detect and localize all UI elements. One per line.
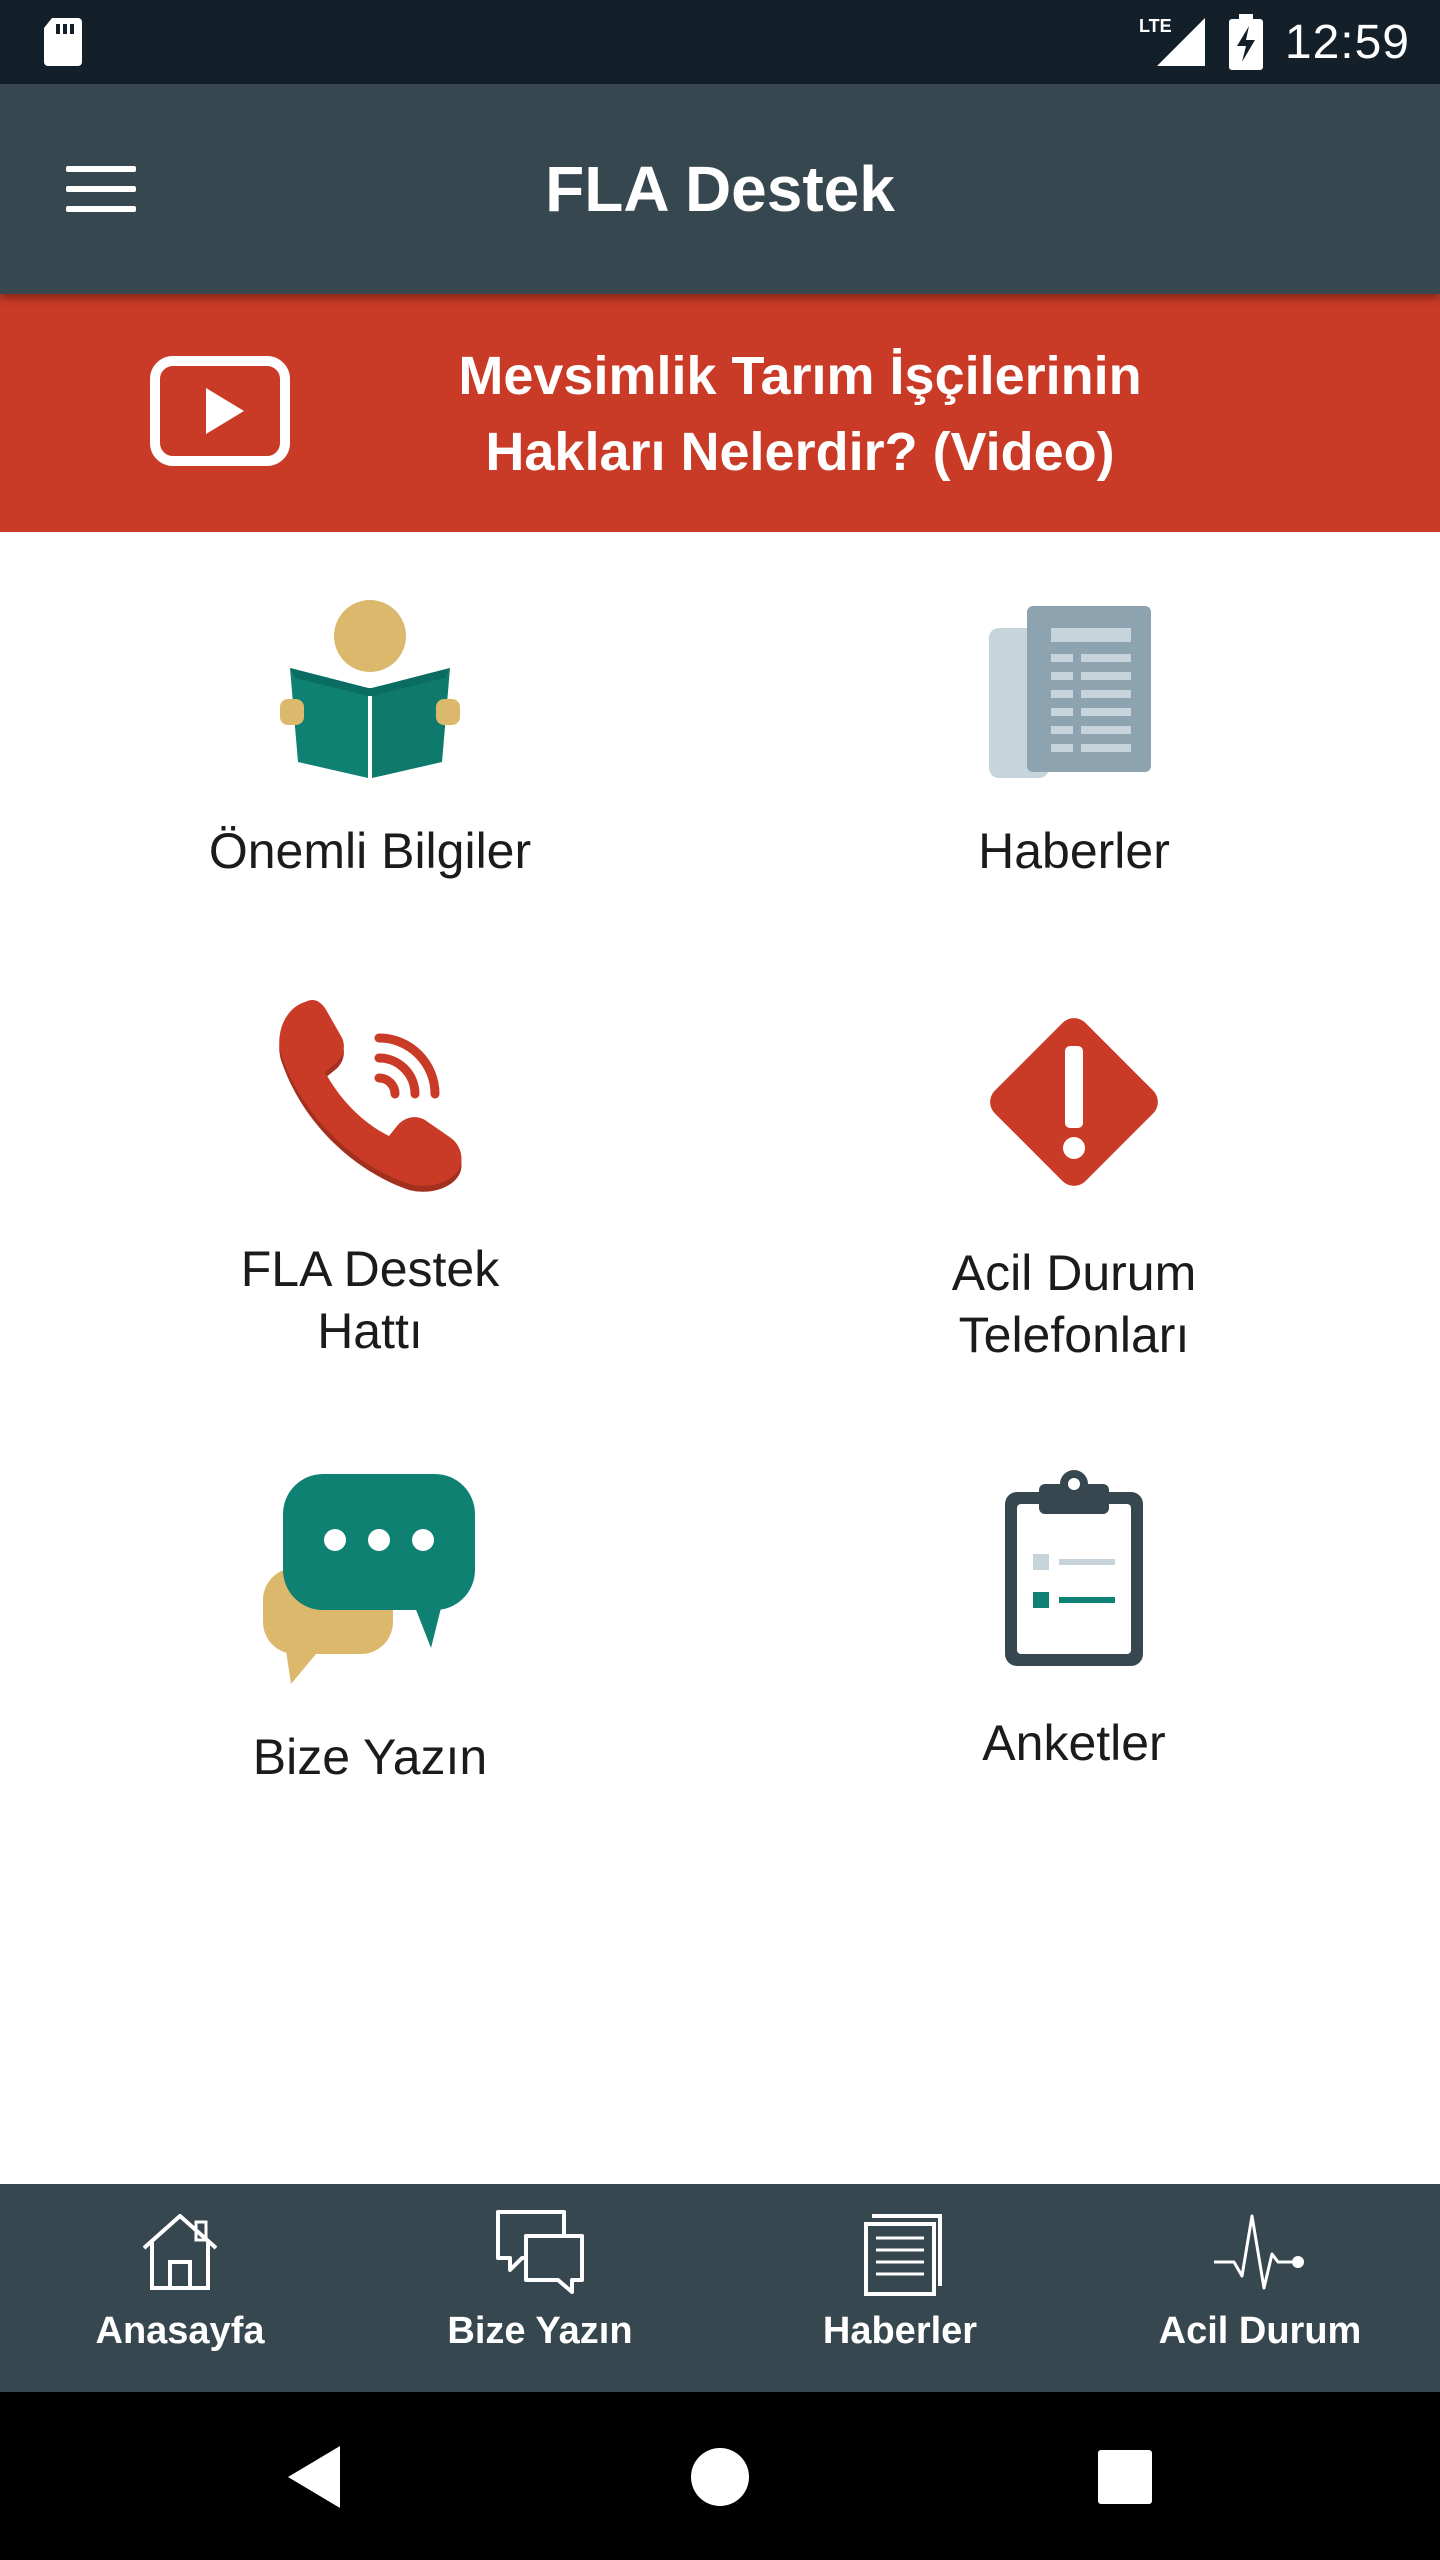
grid-label: Anketler	[982, 1715, 1166, 1771]
grid-item-onemli-bilgiler[interactable]: Önemli Bilgiler	[110, 596, 630, 882]
banner-line-1: Mevsimlik Tarım İşçilerinin	[458, 346, 1142, 406]
grid-item-haberler[interactable]: Haberler	[814, 600, 1334, 882]
grid-item-bize-yazin[interactable]: Bize Yazın	[110, 1472, 630, 1788]
video-banner[interactable]: Mevsimlik Tarım İşçilerinin Hakları Nele…	[0, 294, 1440, 532]
svg-text:LTE: LTE	[1139, 16, 1172, 36]
banner-line-2: Hakları Nelerdir? (Video)	[485, 422, 1115, 482]
nav-item-haberler[interactable]: Haberler	[720, 2184, 1080, 2392]
grid-item-acil-durum-telefonlari[interactable]: Acil Durum Telefonları	[814, 1004, 1334, 1366]
grid-label: Haberler	[978, 823, 1170, 879]
nav-item-acil-durum[interactable]: Acil Durum	[1080, 2184, 1440, 2392]
grid-label: Bize Yazın	[252, 1729, 488, 1785]
reading-person-icon	[280, 600, 460, 778]
lte-signal-icon: LTE	[1139, 16, 1205, 66]
recent-apps-icon[interactable]	[1080, 2432, 1170, 2522]
page-title: FLA Destek	[545, 153, 895, 225]
grid-label: Acil Durum Telefonları	[951, 1245, 1197, 1363]
system-navigation-bar	[0, 2392, 1440, 2560]
heartbeat-icon	[1214, 2214, 1304, 2290]
grid-item-fla-destek-hatti[interactable]: FLA Destek Hattı	[110, 1000, 630, 1362]
status-bar: LTE 12:59	[0, 0, 1440, 84]
nav-label: Anasayfa	[95, 2310, 265, 2352]
clock: 12:59	[1284, 15, 1410, 69]
banner-title: Mevsimlik Tarım İşçilerinin Hakları Nele…	[380, 338, 1220, 490]
sd-card-icon	[44, 18, 82, 66]
back-icon[interactable]	[270, 2432, 360, 2522]
home-icon	[142, 2214, 218, 2290]
grid-label: Önemli Bilgiler	[208, 823, 532, 879]
nav-label: Haberler	[822, 2310, 978, 2352]
play-video-icon	[150, 356, 290, 466]
app-bar: FLA Destek	[0, 84, 1440, 294]
home-circle-icon[interactable]	[675, 2432, 765, 2522]
news-icon	[864, 2214, 942, 2296]
bottom-navigation: Anasayfa Bize Yazın Haberler Acil Durum	[0, 2184, 1440, 2392]
warning-diamond-icon	[990, 1018, 1158, 1186]
nav-item-bize-yazin[interactable]: Bize Yazın	[360, 2184, 720, 2392]
clipboard-icon	[1005, 1470, 1143, 1666]
newspaper-icon	[989, 606, 1151, 778]
grid-label: FLA Destek Hattı	[240, 1241, 500, 1359]
nav-label: Acil Durum	[1158, 2310, 1362, 2352]
phone-call-icon	[279, 1000, 462, 1192]
nav-label: Bize Yazın	[447, 2310, 633, 2352]
nav-item-anasayfa[interactable]: Anasayfa	[0, 2184, 360, 2392]
chat-bubbles-icon	[263, 1474, 475, 1684]
grid-item-anketler[interactable]: Anketler	[814, 1470, 1334, 1774]
chat-icon	[496, 2210, 584, 2294]
battery-charging-icon	[1228, 14, 1263, 70]
